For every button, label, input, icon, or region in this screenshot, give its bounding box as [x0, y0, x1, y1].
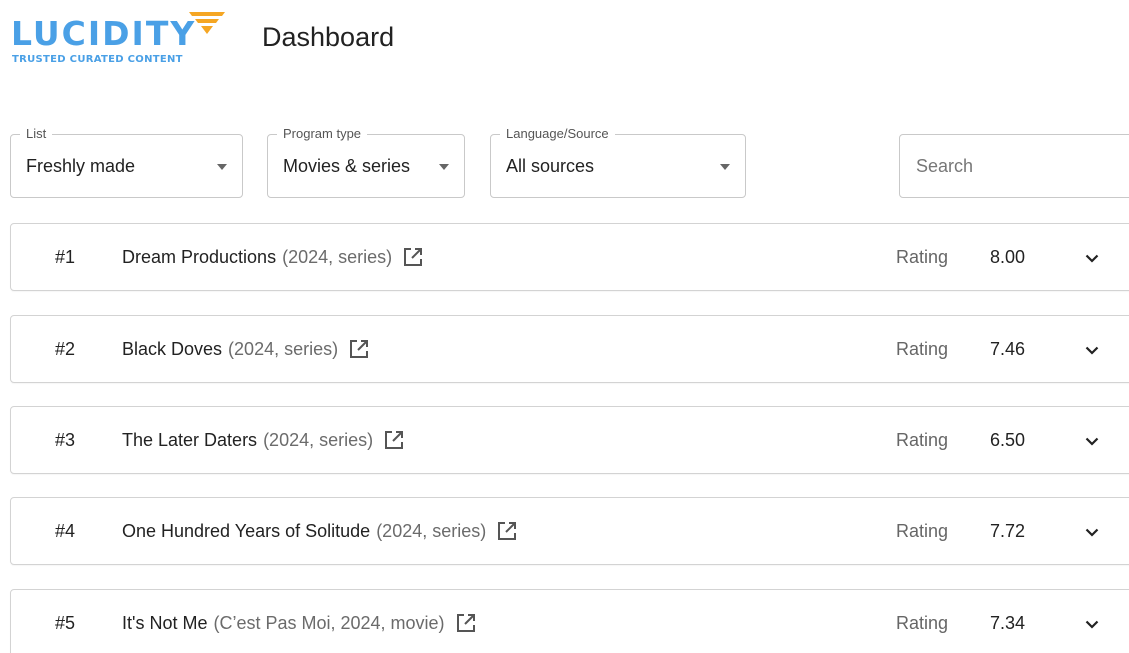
rating-value: 6.50 — [990, 430, 1026, 450]
item-meta: (2024, series) — [282, 247, 393, 267]
rating-label: Rating — [896, 613, 949, 633]
item-rank: #4 — [55, 521, 76, 541]
rating-value: 7.34 — [990, 613, 1026, 633]
external-link-icon[interactable] — [348, 338, 370, 360]
list-select-label: List — [20, 126, 53, 142]
item-title: Black Doves — [122, 339, 223, 359]
external-link-icon[interactable] — [455, 612, 477, 634]
item-title-group: One Hundred Years of Solitude (2024, ser… — [122, 520, 518, 542]
expand-button[interactable] — [1081, 247, 1103, 269]
list-select-value: Freshly made — [26, 156, 136, 176]
item-meta: (2024, series) — [228, 339, 339, 359]
item-title-group: Black Doves (2024, series) — [122, 338, 370, 360]
item-title: The Later Daters — [122, 430, 258, 450]
item-title: It's Not Me — [122, 613, 208, 633]
search-input[interactable] — [899, 134, 1129, 198]
program-type-select[interactable]: Program type Movies & series — [267, 126, 465, 198]
item-meta: (C’est Pas Moi, 2024, movie) — [213, 613, 445, 633]
language-source-select-value: All sources — [506, 156, 595, 176]
item-rank: #5 — [55, 613, 76, 633]
item-title: Dream Productions — [122, 247, 277, 267]
rating-label: Rating — [896, 339, 949, 359]
language-source-select[interactable]: Language/Source All sources — [490, 126, 746, 198]
list-select[interactable]: List Freshly made — [10, 126, 243, 198]
chevron-down-icon — [1085, 620, 1099, 629]
item-rank: #2 — [55, 339, 76, 359]
expand-button[interactable] — [1081, 430, 1103, 452]
logo-wordmark: LUCIDITY — [11, 14, 197, 53]
external-link-icon[interactable] — [496, 520, 518, 542]
logo-funnel-icon — [189, 12, 225, 34]
chevron-down-icon — [1085, 437, 1099, 446]
page-title: Dashboard — [262, 22, 395, 52]
list-item[interactable]: #5 It's Not Me (C’est Pas Moi, 2024, mov… — [10, 589, 1129, 653]
rating-value: 8.00 — [990, 247, 1026, 267]
rating-label: Rating — [896, 521, 949, 541]
dashboard-page: LUCIDITY TRUSTED CURATED CONTENT Dashboa… — [0, 0, 1129, 653]
item-title-group: The Later Daters (2024, series) — [122, 429, 405, 451]
list-item[interactable]: #2 Black Doves (2024, series) Rating 7.4… — [10, 315, 1129, 383]
external-link-icon[interactable] — [402, 246, 424, 268]
list-item[interactable]: #3 The Later Daters (2024, series) Ratin… — [10, 406, 1129, 474]
item-title-group: Dream Productions (2024, series) — [122, 246, 424, 268]
caret-down-icon — [439, 164, 449, 170]
lucidity-logo[interactable]: LUCIDITY TRUSTED CURATED CONTENT — [11, 12, 226, 68]
list-item[interactable]: #1 Dream Productions (2024, series) Rati… — [10, 223, 1129, 291]
item-rank: #3 — [55, 430, 76, 450]
rating-value: 7.46 — [990, 339, 1026, 359]
rating-label: Rating — [896, 247, 949, 267]
item-meta: (2024, series) — [263, 430, 374, 450]
chevron-down-icon — [1085, 346, 1099, 355]
chevron-down-icon — [1085, 254, 1099, 263]
language-source-select-label: Language/Source — [500, 126, 615, 142]
item-meta: (2024, series) — [376, 521, 487, 541]
item-rank: #1 — [55, 247, 76, 267]
program-type-select-value: Movies & series — [283, 156, 411, 176]
external-link-icon[interactable] — [383, 429, 405, 451]
caret-down-icon — [217, 164, 227, 170]
item-title: One Hundred Years of Solitude — [122, 521, 371, 541]
rating-label: Rating — [896, 430, 949, 450]
list-item[interactable]: #4 One Hundred Years of Solitude (2024, … — [10, 497, 1129, 565]
item-title-group: It's Not Me (C’est Pas Moi, 2024, movie) — [122, 612, 477, 634]
rating-value: 7.72 — [990, 521, 1026, 541]
logo-tagline: TRUSTED CURATED CONTENT — [12, 54, 183, 65]
expand-button[interactable] — [1081, 521, 1103, 543]
expand-button[interactable] — [1081, 613, 1103, 635]
program-type-select-label: Program type — [277, 126, 368, 142]
caret-down-icon — [720, 164, 730, 170]
expand-button[interactable] — [1081, 339, 1103, 361]
chevron-down-icon — [1085, 528, 1099, 537]
